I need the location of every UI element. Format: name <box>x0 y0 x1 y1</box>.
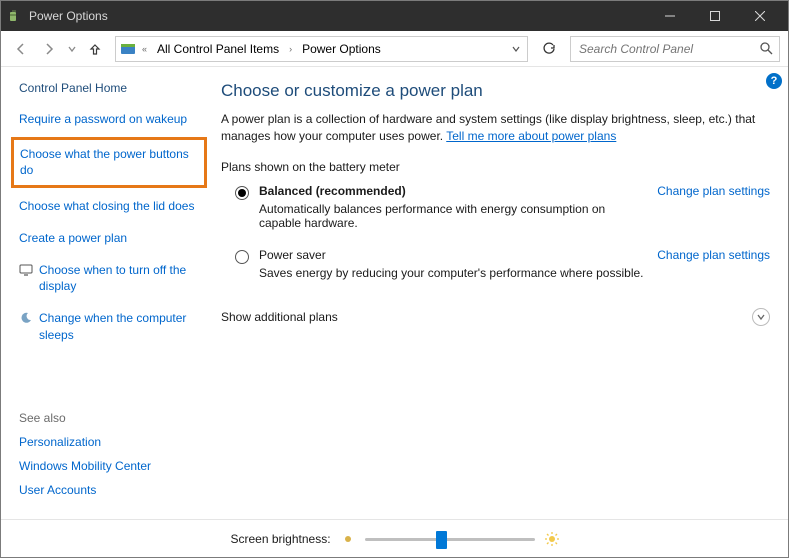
see-also-user-accounts[interactable]: User Accounts <box>19 483 201 497</box>
breadcrumb-item-all-items[interactable]: All Control Panel Items <box>153 40 283 58</box>
forward-button[interactable] <box>37 37 61 61</box>
display-icon <box>19 263 33 277</box>
plan-balanced-desc: Automatically balances performance with … <box>259 202 645 230</box>
navigation-bar: « All Control Panel Items › Power Option… <box>1 31 788 67</box>
search-icon[interactable] <box>760 42 773 55</box>
search-box[interactable] <box>570 36 780 62</box>
intro-text: A power plan is a collection of hardware… <box>221 111 770 146</box>
sun-bright-icon <box>545 532 559 546</box>
plan-power-saver-change-link[interactable]: Change plan settings <box>657 248 770 262</box>
plan-power-saver-radio[interactable] <box>235 250 249 264</box>
tell-me-more-link[interactable]: Tell me more about power plans <box>446 129 616 143</box>
sidebar-link-sleep[interactable]: Change when the computer sleeps <box>19 310 201 342</box>
plan-power-saver: Power saver Saves energy by reducing you… <box>235 248 770 294</box>
chevron-right-icon: › <box>287 44 294 54</box>
brightness-footer: Screen brightness: <box>1 519 788 557</box>
sidebar-link-require-password[interactable]: Require a password on wakeup <box>19 111 201 127</box>
show-additional-plans-row[interactable]: Show additional plans <box>221 308 770 326</box>
plan-power-saver-desc: Saves energy by reducing your computer's… <box>259 266 645 280</box>
plan-balanced-name: Balanced (recommended) <box>259 184 645 198</box>
plan-power-saver-name: Power saver <box>259 248 645 262</box>
breadcrumb-item-power-options[interactable]: Power Options <box>298 40 385 58</box>
plan-balanced: Balanced (recommended) Automatically bal… <box>235 184 770 244</box>
control-panel-icon <box>120 41 136 57</box>
brightness-label: Screen brightness: <box>230 532 330 546</box>
search-input[interactable] <box>577 41 760 57</box>
see-also-mobility-center[interactable]: Windows Mobility Center <box>19 459 201 473</box>
plan-balanced-radio[interactable] <box>235 186 249 200</box>
sidebar-link-turn-off-display[interactable]: Choose when to turn off the display <box>19 262 201 294</box>
see-also-personalization[interactable]: Personalization <box>19 435 201 449</box>
plan-balanced-change-link[interactable]: Change plan settings <box>657 184 770 198</box>
recent-locations-button[interactable] <box>65 37 79 61</box>
sidebar-link-power-buttons[interactable]: Choose what the power buttons do <box>20 146 198 178</box>
maximize-button[interactable] <box>692 1 737 31</box>
window-title: Power Options <box>29 9 108 23</box>
close-button[interactable] <box>737 1 782 31</box>
power-options-window: Power Options « All Contr <box>0 0 789 558</box>
plans-section-label: Plans shown on the battery meter <box>221 160 770 174</box>
sidebar-link-create-plan[interactable]: Create a power plan <box>19 230 201 246</box>
refresh-button[interactable] <box>536 36 562 62</box>
page-title: Choose or customize a power plan <box>221 81 770 101</box>
breadcrumb-dropdown[interactable] <box>505 37 523 61</box>
moon-icon <box>19 311 33 325</box>
brightness-slider-thumb[interactable] <box>436 531 447 549</box>
minimize-button[interactable] <box>647 1 692 31</box>
help-button[interactable]: ? <box>766 73 782 89</box>
see-also-heading: See also <box>19 411 201 425</box>
sidebar-link-closing-lid[interactable]: Choose what closing the lid does <box>19 198 201 214</box>
main-panel: ? Choose or customize a power plan A pow… <box>211 67 788 519</box>
content-area: Control Panel Home Require a password on… <box>1 67 788 519</box>
sun-dim-icon <box>341 532 355 546</box>
title-bar: Power Options <box>1 1 788 31</box>
highlighted-sidebar-item: Choose what the power buttons do <box>11 137 207 187</box>
show-additional-plans-label: Show additional plans <box>221 310 338 324</box>
breadcrumb[interactable]: « All Control Panel Items › Power Option… <box>115 36 528 62</box>
up-button[interactable] <box>83 37 107 61</box>
power-options-icon <box>7 8 23 24</box>
chevron-left-icon: « <box>140 44 149 54</box>
brightness-slider[interactable] <box>365 530 535 548</box>
control-panel-home-link[interactable]: Control Panel Home <box>19 81 201 95</box>
chevron-down-icon[interactable] <box>752 308 770 326</box>
back-button[interactable] <box>9 37 33 61</box>
sidebar: Control Panel Home Require a password on… <box>1 67 211 519</box>
